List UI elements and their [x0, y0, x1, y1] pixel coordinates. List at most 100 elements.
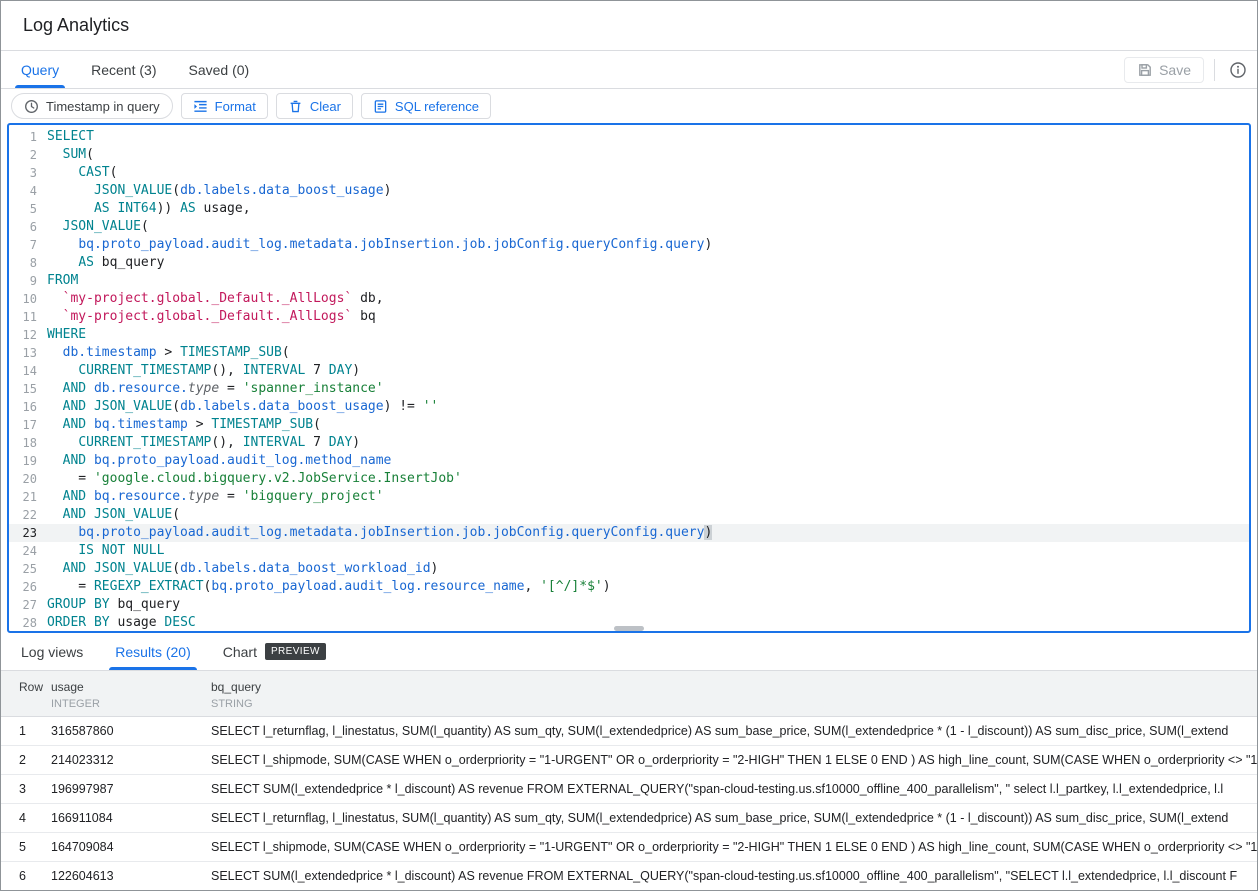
line-number: 6 [9, 218, 37, 236]
code-line-15[interactable]: 15 AND db.resource.type = 'spanner_insta… [9, 380, 1249, 398]
code-line-16[interactable]: 16 AND JSON_VALUE(db.labels.data_boost_u… [9, 398, 1249, 416]
code-line-26[interactable]: 26 = REGEXP_EXTRACT(bq.proto_payload.aud… [9, 578, 1249, 596]
code-line-5[interactable]: 5 AS INT64)) AS usage, [9, 200, 1249, 218]
code-line-13[interactable]: 13 db.timestamp > TIMESTAMP_SUB( [9, 344, 1249, 362]
code-text: JSON_VALUE( [37, 218, 149, 236]
code-line-1[interactable]: 1SELECT [9, 128, 1249, 146]
code-text: SUM( [37, 146, 94, 164]
format-icon [193, 99, 208, 114]
code-text: `my-project.global._Default._AllLogs` db… [37, 290, 384, 308]
tab-saved[interactable]: Saved (0) [172, 51, 265, 88]
code-text: `my-project.global._Default._AllLogs` bq [37, 308, 376, 326]
column-header-usage[interactable]: usage INTEGER [51, 671, 211, 716]
cell-bq-query: SELECT SUM(l_extendedprice * l_discount)… [211, 782, 1257, 796]
log-analytics-app: Log Analytics Query Recent (3) Saved (0)… [0, 0, 1258, 891]
code-text: db.timestamp > TIMESTAMP_SUB( [37, 344, 290, 362]
code-text: AND db.resource.type = 'spanner_instance… [37, 380, 384, 398]
editor-resize-handle[interactable] [614, 626, 644, 631]
tab-results[interactable]: Results (20) [99, 633, 206, 670]
line-number: 24 [9, 542, 37, 560]
code-line-2[interactable]: 2 SUM( [9, 146, 1249, 164]
code-line-23[interactable]: 23 bq.proto_payload.audit_log.metadata.j… [9, 524, 1249, 542]
line-number: 17 [9, 416, 37, 434]
tab-results-label: Results (20) [115, 644, 190, 660]
query-tabbar: Query Recent (3) Saved (0) Save [1, 51, 1257, 89]
info-button[interactable] [1225, 57, 1251, 83]
code-text: JSON_VALUE(db.labels.data_boost_usage) [37, 182, 391, 200]
code-line-21[interactable]: 21 AND bq.resource.type = 'bigquery_proj… [9, 488, 1249, 506]
column-header-bq-query[interactable]: bq_query STRING [211, 671, 1257, 716]
column-type: STRING [211, 698, 1257, 710]
code-line-24[interactable]: 24 IS NOT NULL [9, 542, 1249, 560]
code-line-27[interactable]: 27GROUP BY bq_query [9, 596, 1249, 614]
code-line-17[interactable]: 17 AND bq.timestamp > TIMESTAMP_SUB( [9, 416, 1249, 434]
code-text: = REGEXP_EXTRACT(bq.proto_payload.audit_… [37, 578, 611, 596]
sql-editor[interactable]: 1SELECT2 SUM(3 CAST(4 JSON_VALUE(db.labe… [7, 123, 1251, 633]
code-line-4[interactable]: 4 JSON_VALUE(db.labels.data_boost_usage) [9, 182, 1249, 200]
code-text: IS NOT NULL [37, 542, 164, 560]
tab-log-views-label: Log views [21, 644, 83, 660]
code-text: FROM [37, 272, 78, 290]
line-number: 14 [9, 362, 37, 380]
code-area: 1SELECT2 SUM(3 CAST(4 JSON_VALUE(db.labe… [9, 125, 1249, 632]
sql-reference-button[interactable]: SQL reference [361, 93, 491, 119]
line-number: 5 [9, 200, 37, 218]
clear-button[interactable]: Clear [276, 93, 353, 119]
code-line-18[interactable]: 18 CURRENT_TIMESTAMP(), INTERVAL 7 DAY) [9, 434, 1249, 452]
cell-bq-query: SELECT l_returnflag, l_linestatus, SUM(l… [211, 724, 1257, 738]
tab-log-views[interactable]: Log views [5, 633, 99, 670]
sql-reference-icon [373, 99, 388, 114]
code-line-14[interactable]: 14 CURRENT_TIMESTAMP(), INTERVAL 7 DAY) [9, 362, 1249, 380]
code-line-22[interactable]: 22 AND JSON_VALUE( [9, 506, 1249, 524]
line-number: 22 [9, 506, 37, 524]
info-icon [1229, 61, 1247, 79]
code-line-8[interactable]: 8 AS bq_query [9, 254, 1249, 272]
code-text: AND bq.proto_payload.audit_log.method_na… [37, 452, 391, 470]
tab-query[interactable]: Query [5, 51, 75, 88]
cell-row: 5 [1, 840, 51, 854]
save-button[interactable]: Save [1124, 57, 1204, 83]
editor-toolbar: Timestamp in query Format Clear [1, 89, 1257, 123]
code-text: = 'google.cloud.bigquery.v2.JobService.I… [37, 470, 462, 488]
code-line-3[interactable]: 3 CAST( [9, 164, 1249, 182]
code-line-6[interactable]: 6 JSON_VALUE( [9, 218, 1249, 236]
line-number: 26 [9, 578, 37, 596]
line-number: 10 [9, 290, 37, 308]
clear-button-label: Clear [310, 99, 341, 114]
tab-chart[interactable]: Chart PREVIEW [207, 633, 342, 670]
line-number: 18 [9, 434, 37, 452]
table-row[interactable]: 6122604613SELECT SUM(l_extendedprice * l… [1, 862, 1257, 890]
code-line-25[interactable]: 25 AND JSON_VALUE(db.labels.data_boost_w… [9, 560, 1249, 578]
code-text: WHERE [37, 326, 86, 344]
code-line-7[interactable]: 7 bq.proto_payload.audit_log.metadata.jo… [9, 236, 1249, 254]
table-row[interactable]: 5164709084SELECT l_shipmode, SUM(CASE WH… [1, 833, 1257, 862]
line-number: 4 [9, 182, 37, 200]
line-number: 21 [9, 488, 37, 506]
line-number: 9 [9, 272, 37, 290]
tab-recent-label: Recent (3) [91, 62, 156, 78]
code-line-10[interactable]: 10 `my-project.global._Default._AllLogs`… [9, 290, 1249, 308]
table-row[interactable]: 3196997987SELECT SUM(l_extendedprice * l… [1, 775, 1257, 804]
line-number: 12 [9, 326, 37, 344]
table-row[interactable]: 2214023312SELECT l_shipmode, SUM(CASE WH… [1, 746, 1257, 775]
code-line-11[interactable]: 11 `my-project.global._Default._AllLogs`… [9, 308, 1249, 326]
code-line-12[interactable]: 12WHERE [9, 326, 1249, 344]
line-number: 28 [9, 614, 37, 632]
cell-usage: 164709084 [51, 840, 211, 854]
timestamp-in-query-chip[interactable]: Timestamp in query [11, 93, 173, 119]
table-row[interactable]: 1316587860SELECT l_returnflag, l_linesta… [1, 717, 1257, 746]
code-line-9[interactable]: 9FROM [9, 272, 1249, 290]
tab-saved-label: Saved (0) [188, 62, 249, 78]
format-button[interactable]: Format [181, 93, 268, 119]
results-tabbar: Log views Results (20) Chart PREVIEW [1, 633, 1257, 671]
cell-usage: 316587860 [51, 724, 211, 738]
code-text: CURRENT_TIMESTAMP(), INTERVAL 7 DAY) [37, 362, 360, 380]
sql-reference-button-label: SQL reference [395, 99, 479, 114]
cell-bq-query: SELECT l_returnflag, l_linestatus, SUM(l… [211, 811, 1257, 825]
table-row[interactable]: 4166911084SELECT l_returnflag, l_linesta… [1, 804, 1257, 833]
code-line-20[interactable]: 20 = 'google.cloud.bigquery.v2.JobServic… [9, 470, 1249, 488]
clock-icon [24, 99, 39, 114]
code-line-19[interactable]: 19 AND bq.proto_payload.audit_log.method… [9, 452, 1249, 470]
tab-recent[interactable]: Recent (3) [75, 51, 172, 88]
code-text: AND JSON_VALUE(db.labels.data_boost_usag… [37, 398, 438, 416]
